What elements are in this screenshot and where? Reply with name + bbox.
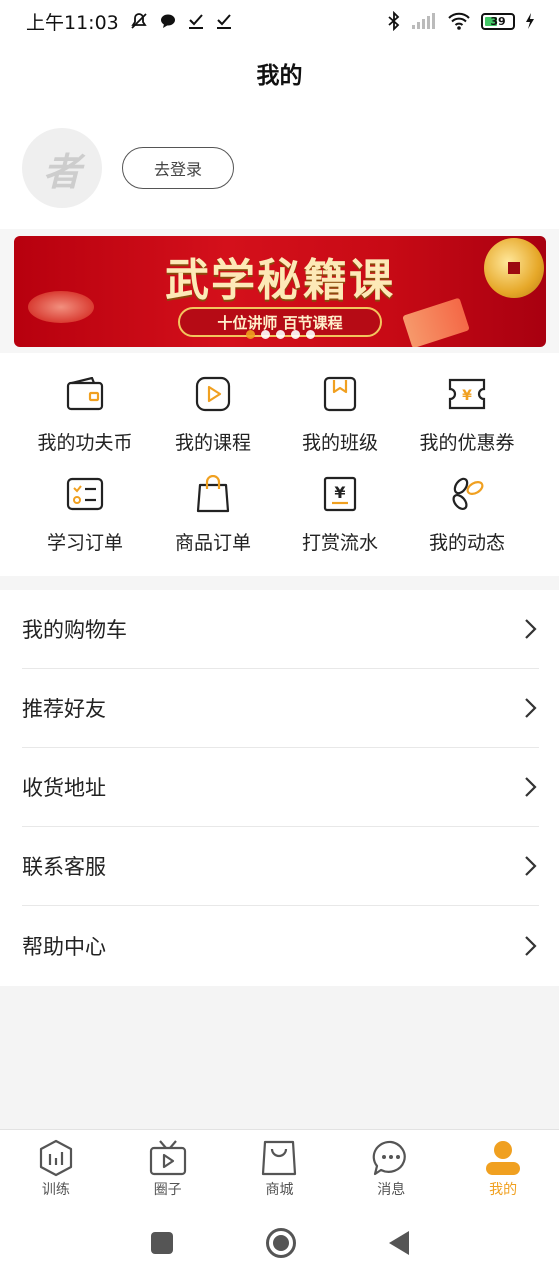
grid-item-my-class[interactable]: 我的班级 (270, 374, 410, 464)
grid-label: 打赏流水 (301, 532, 378, 554)
banner-title: 武学秘籍课 (165, 255, 395, 306)
menu-label: 推荐好友 (22, 697, 106, 721)
svg-text:¥: ¥ (462, 388, 472, 404)
grid-item-my-feeds[interactable]: 我的动态 (397, 474, 537, 564)
chat-bubble-icon (159, 12, 177, 30)
feeds-icon (447, 474, 487, 514)
tab-messages[interactable]: 消息 (335, 1130, 447, 1205)
play-course-icon (193, 374, 233, 414)
menu-item-help-center[interactable]: 帮助中心 (22, 906, 539, 985)
tv-circle-icon (148, 1139, 188, 1177)
svg-text:¥: ¥ (334, 483, 345, 502)
banner-section: 武学秘籍课 十位讲师 百节课程 (0, 229, 559, 353)
tab-label: 我的 (489, 1182, 518, 1198)
tab-training[interactable]: 训练 (0, 1130, 112, 1205)
grid-label: 商品订单 (174, 532, 251, 554)
avatar[interactable]: 者 (22, 128, 102, 208)
status-left: 上午11:03 (26, 8, 233, 35)
download-done-icon-2 (215, 12, 233, 30)
bluetooth-icon (387, 11, 401, 31)
status-right: 39 (387, 11, 535, 31)
grid-label: 我的动态 (428, 532, 505, 554)
message-icon (371, 1139, 411, 1177)
banner-dot-3[interactable] (276, 330, 285, 339)
grid-item-my-courses[interactable]: 我的课程 (143, 374, 283, 464)
chevron-right-icon (525, 777, 537, 797)
banner-dot-5[interactable] (306, 330, 315, 339)
tab-label: 消息 (377, 1182, 406, 1198)
training-icon (36, 1139, 76, 1177)
promo-banner[interactable]: 武学秘籍课 十位讲师 百节课程 (14, 236, 546, 347)
recent-apps-icon[interactable] (149, 1230, 175, 1256)
grid-label: 我的班级 (301, 432, 378, 454)
signal-icon (411, 12, 437, 30)
tab-mine[interactable]: 我的 (447, 1130, 559, 1205)
page-title: 我的 (256, 63, 303, 89)
grid-item-kungfu-coin[interactable]: 我的功夫币 (15, 374, 155, 464)
grid-label: 我的课程 (174, 432, 251, 454)
battery-indicator: 39 (481, 12, 515, 30)
wallet-icon (65, 374, 105, 414)
back-icon[interactable] (387, 1229, 411, 1257)
menu-label: 收货地址 (22, 776, 106, 800)
empty-background (0, 986, 559, 1129)
home-icon[interactable] (265, 1227, 297, 1259)
chevron-right-icon (525, 856, 537, 876)
tab-mall[interactable]: 商城 (224, 1130, 336, 1205)
grid-item-goods-orders[interactable]: 商品订单 (143, 474, 283, 564)
chevron-right-icon (525, 698, 537, 718)
menu-item-recommend-friends[interactable]: 推荐好友 (22, 669, 539, 748)
bookmark-class-icon (320, 374, 360, 414)
menu-item-shopping-cart[interactable]: 我的购物车 (22, 590, 539, 669)
profile-icon (483, 1139, 523, 1177)
coupon-icon: ¥ (447, 374, 487, 414)
grid-item-reward-records[interactable]: ¥ 打赏流水 (270, 474, 410, 564)
profile-page: 上午11:03 39 我的 者 去登录 武学秘籍课 十位讲师 百节课程 我的功夫… (0, 0, 559, 1280)
menu-item-customer-service[interactable]: 联系客服 (22, 827, 539, 906)
menu-item-shipping-address[interactable]: 收货地址 (22, 748, 539, 827)
status-bar: 上午11:03 39 (0, 0, 559, 42)
tab-label: 训练 (41, 1182, 70, 1198)
menu-label: 我的购物车 (22, 618, 127, 642)
grid-label: 我的优惠券 (419, 432, 515, 454)
reward-record-icon: ¥ (320, 474, 360, 514)
shortcut-grid: 我的功夫币 我的课程 我的班级 ¥ 我的优惠券 学习订单 商品订单 ¥ 打赏流水… (0, 366, 559, 566)
charging-icon (525, 13, 535, 29)
settings-menu: 我的购物车 推荐好友 收货地址 联系客服 帮助中心 (0, 590, 559, 985)
status-time: 上午11:03 (26, 11, 119, 34)
banner-dot-4[interactable] (291, 330, 300, 339)
grid-item-my-coupons[interactable]: ¥ 我的优惠券 (397, 374, 537, 464)
shopping-bag-icon (193, 474, 233, 514)
grid-item-study-orders[interactable]: 学习订单 (15, 474, 155, 564)
study-order-icon (65, 474, 105, 514)
banner-dot-2[interactable] (261, 330, 270, 339)
tab-circle[interactable]: 圈子 (112, 1130, 224, 1205)
chevron-right-icon (525, 619, 537, 639)
menu-label: 联系客服 (22, 855, 106, 879)
system-nav-bar (0, 1205, 559, 1280)
chevron-right-icon (525, 935, 537, 956)
menu-label: 帮助中心 (22, 934, 106, 959)
tab-label: 商城 (265, 1182, 294, 1198)
tab-label: 圈子 (153, 1182, 182, 1198)
grid-label: 学习订单 (46, 532, 123, 554)
grid-label: 我的功夫币 (37, 432, 133, 454)
mall-bag-icon (259, 1139, 299, 1177)
wifi-icon (447, 12, 471, 30)
download-done-icon (187, 12, 205, 30)
bottom-tab-bar: 训练 圈子 商城 消息 我的 (0, 1129, 559, 1205)
mute-icon (129, 11, 149, 31)
section-divider (0, 576, 559, 590)
battery-level: 39 (490, 14, 506, 28)
banner-dot-1[interactable] (246, 330, 255, 339)
banner-pagination (246, 330, 315, 339)
avatar-placeholder-glyph: 者 (42, 148, 81, 194)
login-button[interactable]: 去登录 (122, 147, 234, 189)
